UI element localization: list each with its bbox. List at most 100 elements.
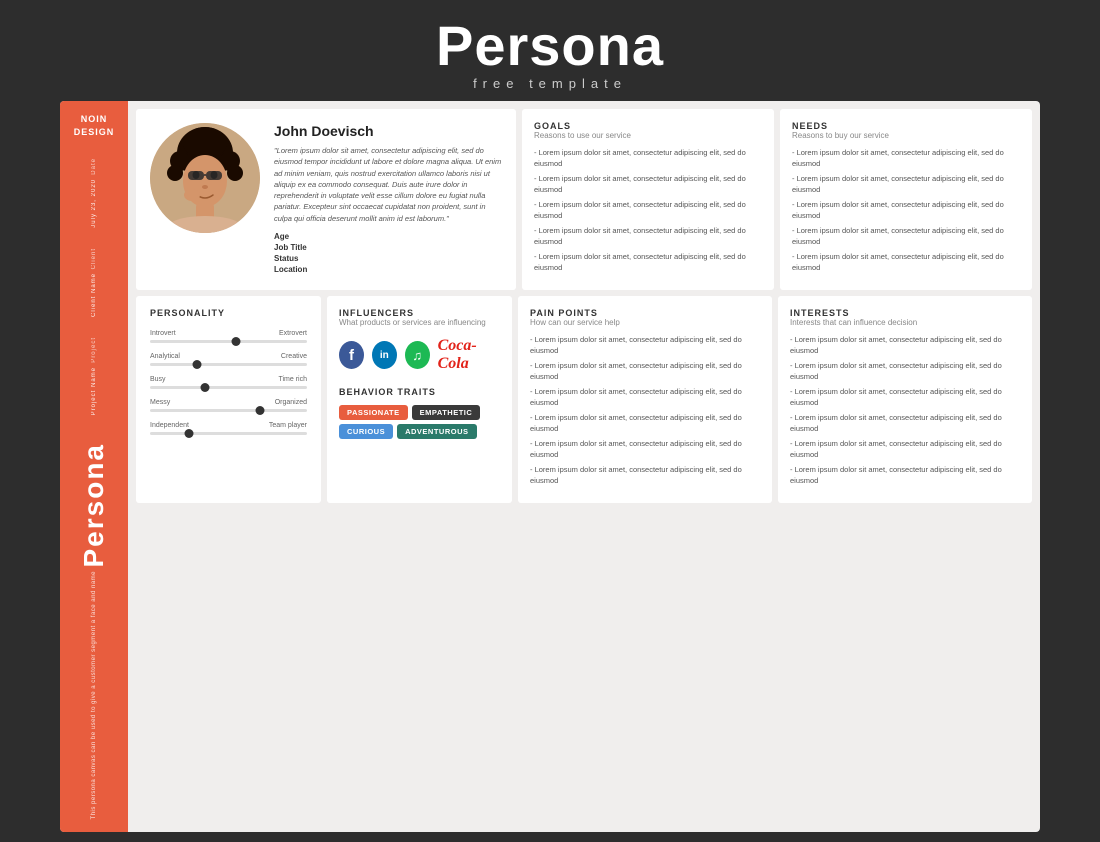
client-value: Client Name: [91, 273, 97, 317]
needs-section: NEEDS Reasons to buy our service - Lorem…: [780, 109, 1032, 290]
profile-bio: "Lorem ipsum dolor sit amet, consectetur…: [274, 145, 502, 224]
sidebar-description: This persona canvas can be used to give …: [90, 571, 98, 819]
interests-item-1: - Lorem ipsum dolor sit amet, consectetu…: [790, 361, 1020, 382]
field-age: Age: [274, 232, 502, 241]
field-status: Status: [274, 254, 502, 263]
avatar: [150, 123, 260, 233]
needs-title: NEEDS: [792, 121, 1020, 131]
project-value: Project Name: [91, 367, 97, 415]
trait-labels-0: Introvert Extrovert: [150, 330, 307, 337]
pain-points-section: PAIN POINTS How can our service help - L…: [518, 296, 772, 503]
page-header: Persona free template: [0, 0, 1100, 101]
left-sidebar: NOIN DESIGN Date July 23, 2020 Client Cl…: [60, 101, 128, 832]
behavior-tag-1: EMPATHETIC: [412, 405, 481, 420]
facebook-icon: f: [339, 341, 364, 369]
pain-item-0: - Lorem ipsum dolor sit amet, consectetu…: [530, 335, 760, 356]
behavior-tag-0: PASSIONATE: [339, 405, 408, 420]
needs-item-1: - Lorem ipsum dolor sit amet, consectetu…: [792, 174, 1020, 195]
needs-subtitle: Reasons to buy our service: [792, 131, 1020, 140]
bottom-row: PERSONALITY Introvert Extrovert Analytic…: [136, 296, 1032, 503]
trait-row-0: Introvert Extrovert: [150, 330, 307, 343]
trait-right-0: Extrovert: [279, 330, 307, 337]
trait-left-3: Messy: [150, 399, 170, 406]
pain-subtitle: How can our service help: [530, 318, 760, 327]
trait-right-1: Creative: [281, 353, 307, 360]
trait-row-2: Busy Time rich: [150, 376, 307, 389]
goals-title: GOALS: [534, 121, 762, 131]
goals-item-1: - Lorem ipsum dolor sit amet, consectetu…: [534, 174, 762, 195]
trait-row-4: Independent Team player: [150, 422, 307, 435]
project-label: Project: [91, 337, 97, 363]
traits-container: Introvert Extrovert Analytical Creative …: [150, 330, 307, 435]
pain-item-3: - Lorem ipsum dolor sit amet, consectetu…: [530, 413, 760, 434]
brand-text: NOIN DESIGN: [74, 113, 115, 138]
client-label: Client: [91, 248, 97, 269]
field-location: Location: [274, 265, 502, 274]
date-value: July 23, 2020: [91, 179, 97, 228]
trait-dot-1: [193, 360, 202, 369]
trait-bar-2: [150, 386, 307, 389]
interests-item-4: - Lorem ipsum dolor sit amet, consectetu…: [790, 439, 1020, 460]
trait-bar-0: [150, 340, 307, 343]
behavior-tag-3: ADVENTUROUS: [397, 424, 476, 439]
interests-title: INTERESTS: [790, 308, 1020, 318]
linkedin-icon: in: [372, 341, 397, 369]
trait-left-2: Busy: [150, 376, 166, 383]
trait-bar-1: [150, 363, 307, 366]
content-area: John Doevisch "Lorem ipsum dolor sit ame…: [128, 101, 1040, 832]
needs-item-0: - Lorem ipsum dolor sit amet, consectetu…: [792, 148, 1020, 169]
interests-section: INTERESTS Interests that can influence d…: [778, 296, 1032, 503]
page-subtitle: free template: [0, 76, 1100, 91]
field-jobtitle: Job Title: [274, 243, 502, 252]
trait-right-3: Organized: [275, 399, 307, 406]
pain-item-2: - Lorem ipsum dolor sit amet, consectetu…: [530, 387, 760, 408]
trait-labels-3: Messy Organized: [150, 399, 307, 406]
influencers-subtitle: What products or services are influencin…: [339, 318, 500, 327]
needs-item-4: - Lorem ipsum dolor sit amet, consectetu…: [792, 252, 1020, 273]
goals-item-2: - Lorem ipsum dolor sit amet, consectetu…: [534, 200, 762, 221]
influencers-section: INFLUENCERS What products or services ar…: [327, 296, 512, 503]
trait-labels-4: Independent Team player: [150, 422, 307, 429]
trait-labels-2: Busy Time rich: [150, 376, 307, 383]
trait-left-4: Independent: [150, 422, 189, 429]
profile-name: John Doevisch: [274, 123, 502, 139]
trait-bar-3: [150, 409, 307, 412]
spotify-icon: ♫: [405, 341, 430, 369]
behavior-traits-title: BEHAVIOR TRAITS: [339, 387, 500, 397]
top-row: John Doevisch "Lorem ipsum dolor sit ame…: [136, 109, 1032, 290]
persona-label: Persona: [78, 443, 110, 568]
trait-dot-2: [200, 383, 209, 392]
goals-item-3: - Lorem ipsum dolor sit amet, consectetu…: [534, 226, 762, 247]
needs-item-3: - Lorem ipsum dolor sit amet, consectetu…: [792, 226, 1020, 247]
influencer-icons: f in ♫ Coca-Cola: [339, 337, 500, 373]
pain-item-1: - Lorem ipsum dolor sit amet, consectetu…: [530, 361, 760, 382]
influencers-title: INFLUENCERS: [339, 308, 500, 318]
goals-section: GOALS Reasons to use our service - Lorem…: [522, 109, 774, 290]
behavior-tag-2: CURIOUS: [339, 424, 393, 439]
trait-row-1: Analytical Creative: [150, 353, 307, 366]
goals-item-4: - Lorem ipsum dolor sit amet, consectetu…: [534, 252, 762, 273]
profile-info: John Doevisch "Lorem ipsum dolor sit ame…: [274, 123, 502, 276]
pain-item-5: - Lorem ipsum dolor sit amet, consectetu…: [530, 465, 760, 486]
profile-fields: Age Job Title Status Location: [274, 232, 502, 274]
personality-section: PERSONALITY Introvert Extrovert Analytic…: [136, 296, 321, 503]
goals-subtitle: Reasons to use our service: [534, 131, 762, 140]
profile-section: John Doevisch "Lorem ipsum dolor sit ame…: [136, 109, 516, 290]
trait-left-1: Analytical: [150, 353, 180, 360]
pain-title: PAIN POINTS: [530, 308, 760, 318]
trait-labels-1: Analytical Creative: [150, 353, 307, 360]
behavior-tags: PASSIONATE EMPATHETIC CURIOUS ADVENTUROUS: [339, 405, 500, 439]
interests-item-0: - Lorem ipsum dolor sit amet, consectetu…: [790, 335, 1020, 356]
trait-left-0: Introvert: [150, 330, 176, 337]
trait-dot-0: [232, 337, 241, 346]
interests-subtitle: Interests that can influence decision: [790, 318, 1020, 327]
trait-bar-4: [150, 432, 307, 435]
trait-right-2: Time rich: [278, 376, 307, 383]
page-title: Persona: [0, 18, 1100, 74]
trait-dot-3: [255, 406, 264, 415]
trait-row-3: Messy Organized: [150, 399, 307, 412]
interests-item-3: - Lorem ipsum dolor sit amet, consectetu…: [790, 413, 1020, 434]
date-label: Date: [91, 158, 97, 175]
goals-item-0: - Lorem ipsum dolor sit amet, consectetu…: [534, 148, 762, 169]
main-card: NOIN DESIGN Date July 23, 2020 Client Cl…: [60, 101, 1040, 832]
